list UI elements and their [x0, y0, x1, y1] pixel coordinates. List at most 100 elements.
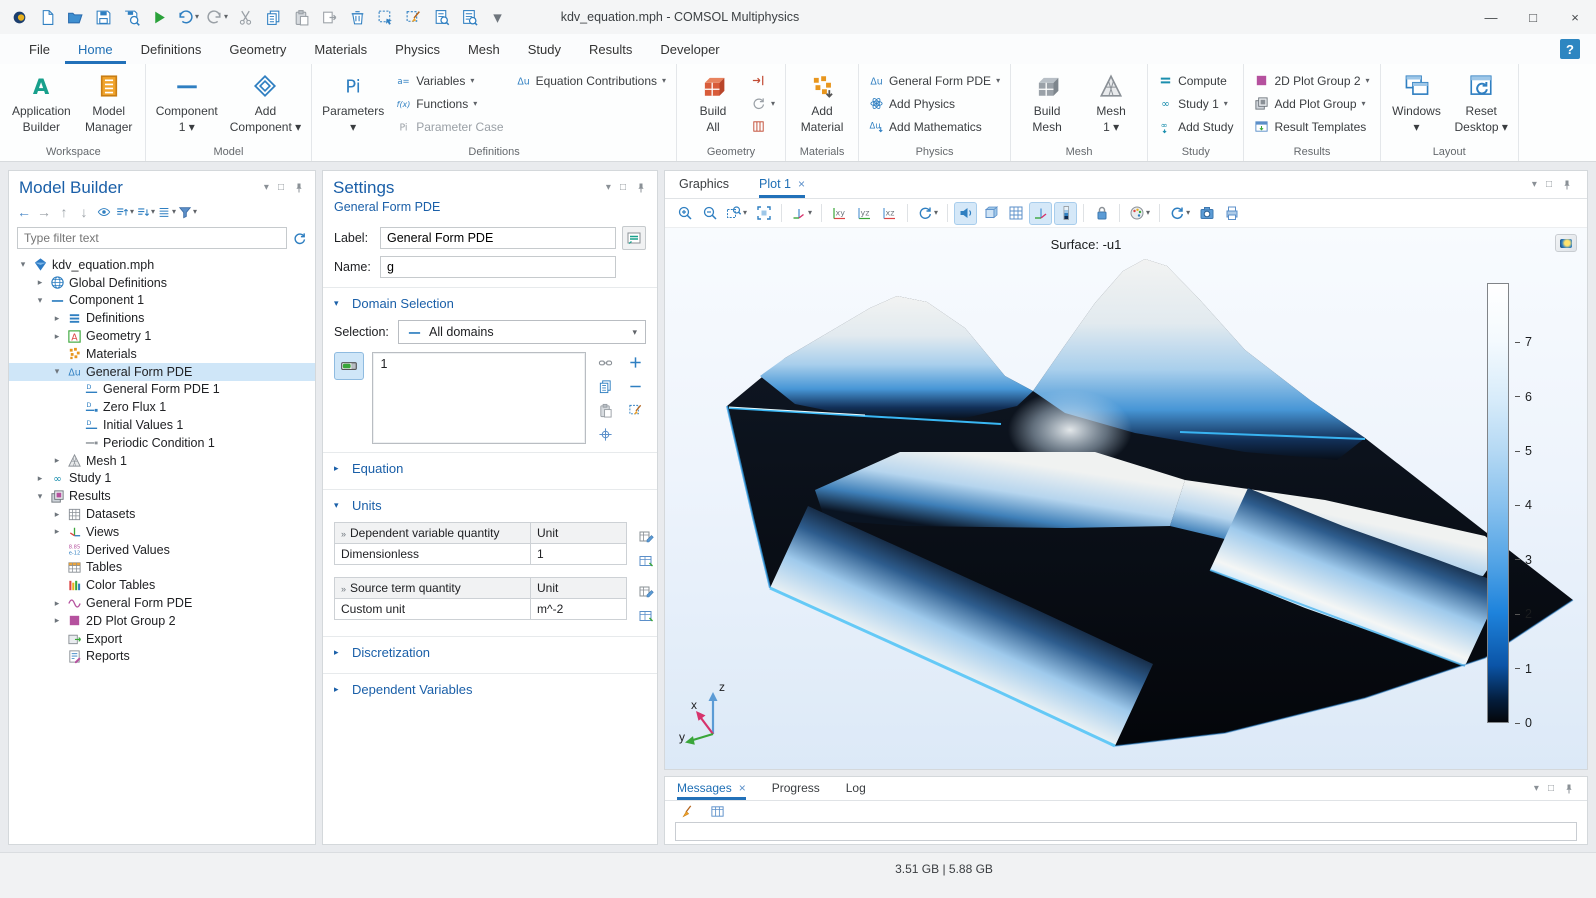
component-1-button[interactable]: Component 1 ▾ [151, 66, 223, 146]
tree-item-zero-flux-1[interactable]: DZero Flux 1 [9, 398, 315, 416]
go-to-xz-view-button[interactable]: xz [878, 202, 901, 225]
tree-item-derived-values[interactable]: 8.85e-12Derived Values [9, 541, 315, 559]
windows-button[interactable]: Windows ▾ [1386, 66, 1448, 146]
tree-expander-icon[interactable]: ▸ [51, 455, 63, 466]
go-to-default-view-button[interactable]: ▾ [788, 202, 815, 225]
zoom-box-button[interactable]: ▾ [723, 202, 750, 225]
move-down-button[interactable]: ↓ [75, 202, 93, 222]
redo-button[interactable]: ▾ [203, 4, 231, 31]
tree-item-general-form-pde[interactable]: ▸General Form PDE [9, 594, 315, 612]
filter-button[interactable]: ▾ [178, 202, 197, 222]
panel-menu-icon[interactable]: ▾ [606, 183, 611, 193]
float-panel-icon[interactable]: □ [620, 183, 626, 193]
equation-contributions-button[interactable]: ΔuEquation Contributions▾ [511, 71, 671, 90]
add-to-selection-button[interactable] [624, 352, 646, 372]
tree-item-views[interactable]: ▸Views [9, 523, 315, 541]
float-panel-icon[interactable]: □ [1548, 784, 1554, 794]
collapse-all-button[interactable]: ▾ [136, 202, 155, 222]
tree-item-2d-plot-group-2[interactable]: ▸2D Plot Group 2 [9, 612, 315, 630]
add-mathematics-button[interactable]: ΔuAdd Mathematics [864, 117, 1005, 136]
section-equation[interactable]: ▸ Equation [323, 452, 657, 483]
ribbon-tab-definitions[interactable]: Definitions [128, 34, 215, 64]
section-discretization[interactable]: ▸ Discretization [323, 636, 657, 667]
application-builder-button[interactable]: AApplication Builder [7, 66, 76, 146]
add-study-button[interactable]: ∞Add Study [1153, 117, 1238, 136]
new-file-button[interactable] [34, 4, 61, 31]
tree-expander-icon[interactable]: ▸ [34, 473, 46, 484]
help-button[interactable]: ? [1560, 39, 1580, 59]
open-file-button[interactable] [62, 4, 89, 31]
build-mesh-button[interactable]: Build Mesh [1016, 66, 1078, 146]
duplicate-button[interactable] [316, 4, 343, 31]
reset-desktop-button[interactable]: Reset Desktop ▾ [1450, 66, 1513, 146]
label-field[interactable] [380, 227, 616, 249]
model-tree-node-text-button[interactable]: ▾ [157, 202, 176, 222]
go-to-xy-view-button[interactable]: xy [828, 202, 851, 225]
search-settings-button[interactable] [456, 4, 483, 31]
go-forward-button[interactable]: → [35, 202, 53, 222]
plot-canvas[interactable]: Surface: -u1 76543210 z x y [665, 228, 1587, 769]
select-box-button[interactable] [372, 4, 399, 31]
graphics-tab-graphics[interactable]: Graphics [679, 171, 729, 198]
edit-table-button[interactable] [635, 526, 657, 546]
panel-menu-icon[interactable]: ▾ [1532, 180, 1537, 190]
units-table-row[interactable]: Custom unitm^-2 [335, 599, 627, 620]
general-form-pde-interface-button[interactable]: ΔuGeneral Form PDE▾ [864, 71, 1005, 90]
expand-all-button[interactable]: ▾ [115, 202, 134, 222]
mesh-1-button[interactable]: Mesh 1 ▾ [1080, 66, 1142, 146]
build-all-button[interactable]: Build All [682, 66, 744, 146]
show-grid-button[interactable] [1004, 202, 1027, 225]
zoom-to-selection-button[interactable] [594, 424, 616, 444]
find-button[interactable] [428, 4, 455, 31]
tree-item-results[interactable]: ▾Results [9, 487, 315, 505]
minimize-button[interactable]: — [1470, 1, 1512, 34]
ribbon-tab-results[interactable]: Results [576, 34, 645, 64]
tree-expander-icon[interactable]: ▸ [34, 277, 46, 288]
ribbon-tab-geometry[interactable]: Geometry [216, 34, 299, 64]
tree-item-global-definitions[interactable]: ▸Global Definitions [9, 274, 315, 292]
float-panel-icon[interactable]: □ [1546, 180, 1552, 190]
plot-group-2d-2-button[interactable]: 2D Plot Group 2▾ [1249, 71, 1374, 90]
tree-item-mesh-1[interactable]: ▸Mesh 1 [9, 452, 315, 470]
tree-item-study-1[interactable]: ▸∞Study 1 [9, 470, 315, 488]
tree-item-periodic-condition-1[interactable]: Periodic Condition 1 [9, 434, 315, 452]
tree-item-color-tables[interactable]: Color Tables [9, 576, 315, 594]
clear-messages-button[interactable] [675, 800, 698, 823]
color-theme-button[interactable]: ▾ [1126, 202, 1153, 225]
show-axis-orientation-button[interactable] [1029, 202, 1052, 225]
model-manager-button[interactable]: Model Manager [78, 66, 140, 146]
environment-reflections-button[interactable] [979, 202, 1002, 225]
ribbon-tab-developer[interactable]: Developer [647, 34, 732, 64]
change-unit-button[interactable] [635, 606, 657, 626]
create-selection-button[interactable] [594, 352, 616, 372]
domain-list[interactable]: 1 [372, 352, 586, 444]
close-tab-icon[interactable]: × [798, 177, 805, 191]
zoom-out-button[interactable] [698, 202, 721, 225]
messages-output[interactable] [675, 822, 1577, 841]
section-dependent-variables[interactable]: ▸ Dependent Variables [323, 673, 657, 704]
deselect-brush-button[interactable] [624, 400, 646, 420]
tree-item-definitions[interactable]: ▸Definitions [9, 309, 315, 327]
move-up-button[interactable]: ↑ [55, 202, 73, 222]
messages-tab-progress[interactable]: Progress [772, 777, 820, 800]
parameter-case-button[interactable]: PiParameter Case [391, 117, 508, 136]
ribbon-tab-materials[interactable]: Materials [301, 34, 380, 64]
tree-expander-icon[interactable]: ▸ [51, 598, 63, 609]
change-unit-button[interactable] [635, 551, 657, 571]
tree-item-materials[interactable]: Materials [9, 345, 315, 363]
units-table-row[interactable]: Dimensionless1 [335, 544, 627, 565]
comsol-logo-button[interactable] [1555, 234, 1577, 252]
tree-item-general-form-pde-1[interactable]: DGeneral Form PDE 1 [9, 381, 315, 399]
tree-item-initial-values-1[interactable]: DInitial Values 1 [9, 416, 315, 434]
add-component-button[interactable]: Add Component ▾ [225, 66, 306, 146]
graphics-tab-plot-1[interactable]: Plot 1× [759, 171, 805, 198]
show-button[interactable] [95, 202, 113, 222]
tree-item-export[interactable]: Export [9, 630, 315, 648]
panel-menu-icon[interactable]: ▾ [264, 183, 269, 193]
view-lock-button[interactable] [1090, 202, 1113, 225]
tree-expander-icon[interactable]: ▾ [51, 366, 63, 377]
tree-expander-icon[interactable]: ▸ [51, 313, 63, 324]
ribbon-tab-file[interactable]: File [16, 34, 63, 64]
clear-selection-button[interactable] [400, 4, 427, 31]
tree-expander-icon[interactable]: ▾ [34, 491, 46, 502]
